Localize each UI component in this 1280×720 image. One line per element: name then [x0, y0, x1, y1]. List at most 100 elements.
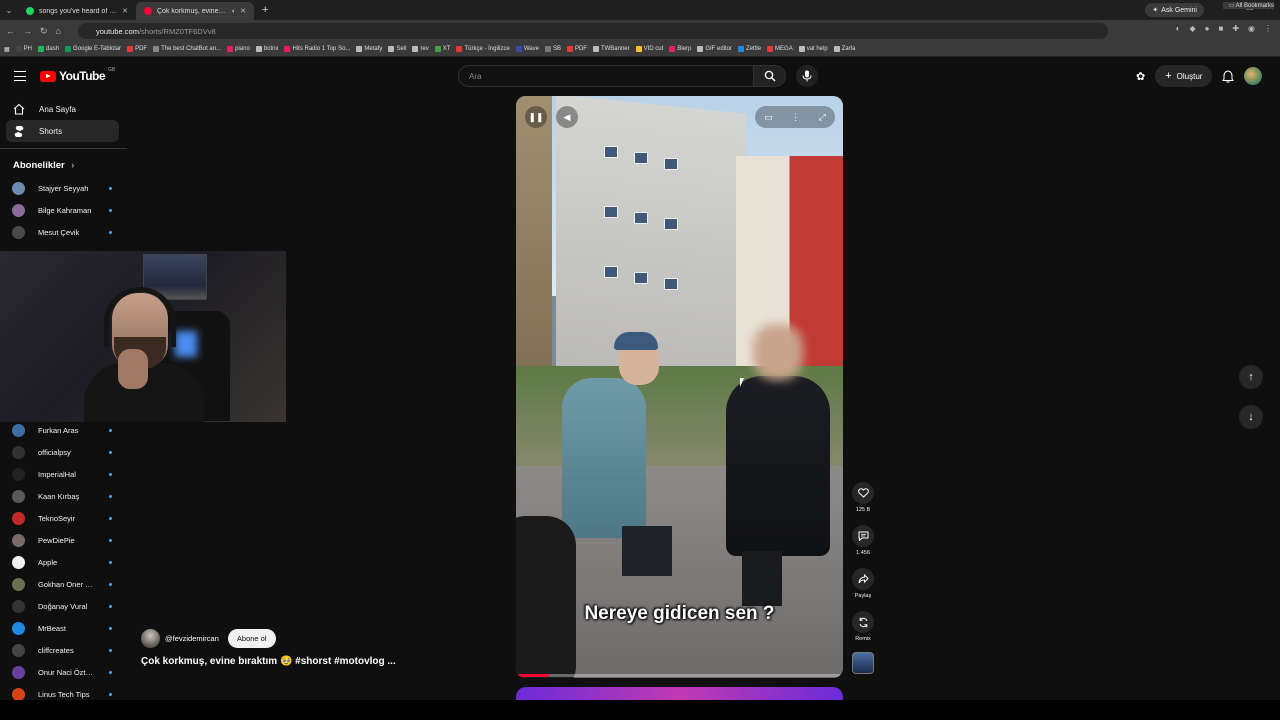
subscription-item[interactable]: Bilge Kahraman — [12, 202, 112, 218]
bookmark-item[interactable]: Zettle — [738, 46, 761, 52]
account-avatar[interactable] — [1244, 67, 1263, 85]
audio-thumbnail[interactable] — [852, 652, 874, 674]
browser-tab-active[interactable]: Çok korkmuş, evine bıraktı ◖ ✕ — [136, 2, 254, 20]
new-content-dot-icon — [109, 582, 112, 586]
bookmark-item[interactable]: GIF editor — [697, 46, 732, 52]
bookmark-item[interactable]: Wave — [515, 46, 539, 52]
bookmark-item[interactable]: Sell — [388, 46, 406, 52]
bookmark-item[interactable]: VID cut — [635, 46, 663, 52]
subscription-item[interactable]: cliffcreates — [12, 642, 112, 658]
close-tab-icon[interactable]: ✕ — [240, 7, 246, 15]
share-button[interactable]: Paylaş — [850, 568, 876, 599]
volume-button[interactable]: ◀ — [556, 106, 578, 128]
bookmark-item[interactable]: Google E-Tablolar — [65, 46, 121, 52]
all-bookmarks-button[interactable]: ▭ All Bookmarks — [1222, 2, 1274, 9]
bookmark-item[interactable]: PDF — [127, 46, 147, 52]
subscription-item[interactable]: PewDiePie — [12, 532, 112, 548]
extension-icon[interactable]: ■ — [1218, 24, 1223, 33]
subscription-item[interactable]: Apple — [12, 554, 112, 570]
pause-button[interactable]: ❚❚ — [525, 106, 547, 128]
subscription-item[interactable]: officialpsy — [12, 444, 112, 460]
extension-icon[interactable]: ◐ — [1176, 24, 1181, 33]
reload-icon[interactable]: ↻ — [40, 26, 48, 37]
bookmark-item[interactable]: Bierp — [669, 46, 691, 52]
subscription-item[interactable]: Stajyer Seyyah — [12, 180, 112, 196]
channel-avatar[interactable] — [141, 629, 160, 648]
new-tab-button[interactable]: + — [254, 4, 276, 16]
search-button[interactable] — [754, 65, 786, 87]
bookmark-item[interactable]: PH — [15, 46, 32, 52]
bookmark-item[interactable]: piano — [227, 46, 250, 52]
more-options-icon[interactable]: ⋮ — [791, 112, 800, 123]
home-browser-icon[interactable]: ⌂ — [56, 26, 61, 36]
channel-handle[interactable]: @fevzidemircan — [165, 634, 219, 643]
fullscreen-icon[interactable]: ⤢ — [819, 112, 826, 123]
previous-short-button[interactable]: ↑ — [1239, 365, 1263, 389]
subscription-item[interactable]: Kaan Kırbaş — [12, 488, 112, 504]
bookmark-item[interactable]: Hits Radio 1 Top So... — [284, 46, 350, 52]
puzzle-icon[interactable]: ✚ — [1232, 24, 1239, 33]
subscription-name: ImperialHal — [38, 469, 76, 479]
subscription-item[interactable]: ImperialHal — [12, 466, 112, 482]
bookmark-item[interactable]: XT — [434, 46, 450, 52]
bookmark-item[interactable]: PDF — [566, 46, 587, 52]
shorts-video-player[interactable]: ❚❚ ◀ ▭ ⋮ ⤢ Nereye gidicen sen ? — [516, 96, 843, 678]
captions-icon[interactable]: ▭ — [764, 112, 773, 123]
search-input[interactable]: Ara — [458, 65, 754, 87]
bookmark-item[interactable]: Zarla — [833, 46, 855, 52]
spotify-tab-icon — [26, 7, 34, 15]
address-bar[interactable]: youtube.com/shorts/RMZ0TF6DVv8 — [78, 23, 1108, 39]
like-button[interactable]: 125 B — [850, 482, 876, 513]
remix-label: Remix — [855, 636, 871, 642]
bookmark-label: Sell — [396, 46, 407, 52]
menu-dots-icon[interactable]: ⋮ — [1264, 24, 1272, 33]
subscription-item[interactable]: Doğanay Vural — [12, 598, 112, 614]
extension-icon[interactable]: ◆ — [1189, 24, 1195, 33]
subscribe-button[interactable]: Abone ol — [227, 629, 276, 648]
bookmark-item[interactable]: TWBanner — [592, 46, 630, 52]
sidebar-item-shorts[interactable]: Shorts — [6, 120, 119, 142]
notifications-bell-icon[interactable] — [1222, 69, 1235, 83]
browser-tab[interactable]: songs you've heard of but don't ✕ — [18, 2, 136, 20]
close-tab-icon[interactable]: ✕ — [122, 7, 128, 15]
comments-button[interactable]: 1.456 — [850, 525, 876, 556]
extension-icon[interactable]: ● — [1205, 24, 1210, 33]
ask-gemini-button[interactable]: ✦ Ask Gemini — [1145, 3, 1204, 17]
bookmark-item[interactable]: SB — [544, 46, 561, 52]
bookmark-item[interactable]: Türkçe - İngilizce — [456, 46, 510, 52]
menu-icon[interactable] — [14, 71, 26, 81]
new-content-dot-icon — [109, 472, 112, 476]
bookmark-item[interactable]: botnx — [255, 46, 278, 52]
next-short-preview[interactable] — [516, 687, 843, 700]
subscription-item[interactable]: Mesut Çevik — [12, 224, 112, 240]
subscriptions-heading[interactable]: Abonelikler › — [13, 160, 74, 171]
tab-search-icon[interactable]: ⌄ — [0, 0, 18, 20]
youtube-logo[interactable]: YouTube GB — [40, 67, 115, 83]
bookmark-item[interactable]: rev — [412, 46, 429, 52]
apps-icon[interactable]: ▦ — [4, 46, 10, 53]
subscription-item[interactable]: Gokhan Oner Kick — [12, 576, 112, 592]
forward-icon[interactable]: → — [23, 26, 32, 36]
studio-icon[interactable]: ✿ — [1136, 70, 1145, 83]
create-button[interactable]: + Oluştur — [1155, 65, 1213, 87]
profile-icon[interactable]: ◉ — [1248, 24, 1255, 33]
subscription-item[interactable]: MrBeast — [12, 620, 112, 636]
speaker-icon[interactable]: ◖ — [231, 8, 235, 15]
bookmark-item[interactable]: The best ChatBot an... — [153, 46, 221, 52]
video-progress-bar[interactable] — [516, 674, 843, 677]
voice-search-button[interactable] — [796, 65, 818, 87]
bookmark-item[interactable]: dash — [38, 46, 59, 52]
bookmark-item[interactable]: MEGA — [767, 46, 793, 52]
back-icon[interactable]: ← — [6, 26, 15, 36]
subscription-item[interactable]: Furkan Aras — [12, 422, 112, 438]
bookmark-label: MEGA — [775, 46, 793, 52]
bookmark-item[interactable]: Metafy — [356, 46, 382, 52]
short-title[interactable]: Çok korkmuş, evine bıraktım 🥹 #shorst #m… — [141, 656, 396, 667]
remix-button[interactable]: Remix — [850, 611, 876, 642]
bookmark-favicon-icon — [798, 46, 805, 52]
subscription-item[interactable]: Onur Naci Öztürk... — [12, 664, 112, 680]
subscription-item[interactable]: TeknoSeyir — [12, 510, 112, 526]
sidebar-item-home[interactable]: Ana Sayfa — [6, 98, 119, 120]
bookmark-item[interactable]: vat help — [798, 46, 828, 52]
next-short-button[interactable]: ↓ — [1239, 405, 1263, 429]
